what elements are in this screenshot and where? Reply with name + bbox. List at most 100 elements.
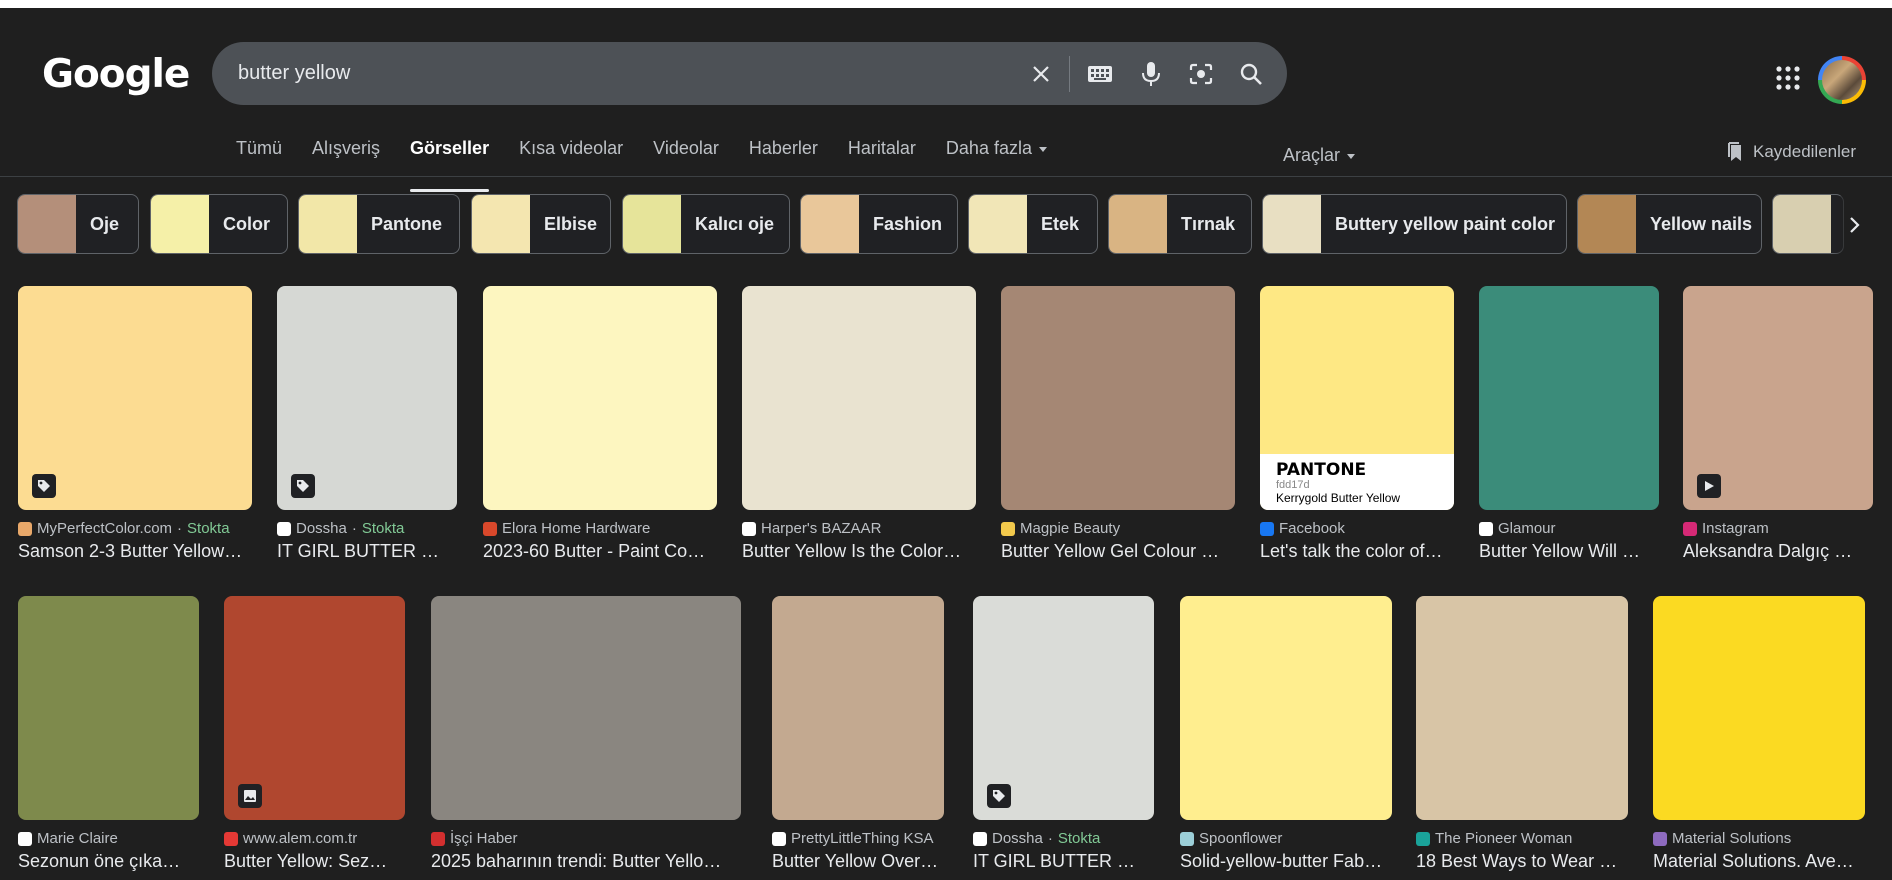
tab-6[interactable]: Haritalar [848, 138, 916, 184]
tab-3[interactable]: Kısa videolar [519, 138, 623, 184]
image-result[interactable]: İşçi Haber 2025 baharının trendi: Butter … [431, 596, 741, 872]
result-thumbnail[interactable] [1683, 286, 1873, 510]
result-source[interactable]: Facebook [1260, 520, 1454, 537]
image-result[interactable]: MyPerfectColor.com · Stokta Samson 2-3 Butt… [18, 286, 252, 562]
image-result[interactable]: Elora Home Hardware 2023-60 Butter - Pain… [483, 286, 717, 562]
result-source[interactable]: PrettyLittleThing KSA [772, 830, 944, 847]
image-result[interactable]: Glamour Butter Yellow Will … [1479, 286, 1659, 562]
result-thumbnail[interactable] [224, 596, 405, 820]
image-result[interactable]: Instagram Aleksandra Dalgıç … [1683, 286, 1873, 562]
image-result[interactable]: www.alem.com.tr Butter Yellow: Sez… [224, 596, 405, 872]
account-avatar[interactable] [1818, 56, 1866, 104]
result-thumbnail[interactable] [742, 286, 976, 510]
chip-4[interactable]: Kalıcı oje [622, 194, 790, 254]
image-result[interactable]: Magpie Beauty Butter Yellow Gel Colour … [1001, 286, 1235, 562]
chip-7[interactable]: Tırnak [1108, 194, 1252, 254]
result-thumbnail[interactable] [1001, 286, 1235, 510]
chip-2[interactable]: Pantone [298, 194, 460, 254]
result-title[interactable]: 2023-60 Butter - Paint Co… [483, 541, 717, 562]
close-icon[interactable] [1024, 57, 1058, 91]
tab-0[interactable]: Tümü [236, 138, 282, 184]
image-result[interactable]: The Pioneer Woman 18 Best Ways to Wear … [1416, 596, 1628, 872]
result-title[interactable]: Butter Yellow Gel Colour … [1001, 541, 1235, 562]
result-title[interactable]: Samson 2-3 Butter Yellow… [18, 541, 252, 562]
result-source[interactable]: Dossha · Stokta [973, 830, 1154, 847]
result-source[interactable]: Elora Home Hardware [483, 520, 717, 537]
tab-4[interactable]: Videolar [653, 138, 719, 184]
result-thumbnail[interactable] [18, 286, 252, 510]
result-thumbnail[interactable] [431, 596, 741, 820]
tab-label: Görseller [410, 138, 490, 158]
result-title[interactable]: 18 Best Ways to Wear … [1416, 851, 1628, 872]
site-favicon-icon [1479, 521, 1493, 536]
result-source[interactable]: Magpie Beauty [1001, 520, 1235, 537]
image-result[interactable]: Harper's BAZAAR Butter Yellow Is the Colo… [742, 286, 976, 562]
google-logo[interactable]: Google [42, 52, 190, 97]
chip-label: Yellow nails [1650, 213, 1753, 234]
result-title[interactable]: Sezonun öne çıka… [18, 851, 199, 872]
result-thumbnail[interactable] [1180, 596, 1392, 820]
chips-next-button[interactable] [1832, 196, 1878, 254]
lens-icon[interactable] [1184, 57, 1218, 91]
result-thumbnail[interactable] [483, 286, 717, 510]
chip-3[interactable]: Elbise [471, 194, 611, 254]
search-box[interactable]: butter yellow [212, 42, 1287, 105]
result-thumbnail[interactable] [772, 596, 944, 820]
image-result[interactable]: Dossha · Stokta IT GIRL BUTTER … [277, 286, 457, 562]
result-title[interactable]: 2025 baharının trendi: Butter Yello… [431, 851, 741, 872]
result-thumbnail[interactable]: PANTONE fdd17d Kerrygold Butter Yellow [1260, 286, 1454, 510]
result-source[interactable]: Instagram [1683, 520, 1873, 537]
image-result[interactable]: PrettyLittleThing KSA Butter Yellow Over… [772, 596, 944, 872]
result-title[interactable]: Aleksandra Dalgıç … [1683, 541, 1873, 562]
result-source[interactable]: The Pioneer Woman [1416, 830, 1628, 847]
result-source[interactable]: Material Solutions [1653, 830, 1865, 847]
chip-8[interactable]: Buttery yellow paint color [1262, 194, 1567, 254]
result-source[interactable]: Spoonflower [1180, 830, 1392, 847]
result-title[interactable]: Butter Yellow Over… [772, 851, 944, 872]
result-source[interactable]: İşçi Haber [431, 830, 741, 847]
result-thumbnail[interactable] [277, 286, 457, 510]
chip-6[interactable]: Etek [968, 194, 1098, 254]
result-source[interactable]: Glamour [1479, 520, 1659, 537]
image-result[interactable]: PANTONE fdd17d Kerrygold Butter Yellow Face… [1260, 286, 1454, 562]
result-source[interactable]: Dossha · Stokta [277, 520, 457, 537]
apps-grid-icon[interactable] [1775, 65, 1801, 91]
image-result[interactable]: Spoonflower Solid-yellow-butter Fab… [1180, 596, 1392, 872]
result-title[interactable]: Material Solutions. Ave… [1653, 851, 1865, 872]
result-thumbnail[interactable] [1479, 286, 1659, 510]
tools-menu[interactable]: Araçlar [1283, 145, 1356, 166]
result-thumbnail[interactable] [973, 596, 1154, 820]
chip-label: Tırnak [1181, 213, 1236, 234]
search-input[interactable]: butter yellow [238, 62, 350, 85]
result-title[interactable]: Solid-yellow-butter Fab… [1180, 851, 1392, 872]
result-source[interactable]: www.alem.com.tr [224, 830, 405, 847]
result-title[interactable]: IT GIRL BUTTER … [277, 541, 457, 562]
image-result[interactable]: Marie Claire Sezonun öne çıka… [18, 596, 199, 872]
chip-5[interactable]: Fashion [800, 194, 958, 254]
tab-7[interactable]: Daha fazla [946, 138, 1047, 184]
result-thumbnail[interactable] [1653, 596, 1865, 820]
result-title[interactable]: Butter Yellow Is the Color… [742, 541, 976, 562]
result-thumbnail[interactable] [1416, 596, 1628, 820]
result-title[interactable]: Butter Yellow: Sez… [224, 851, 405, 872]
microphone-icon[interactable] [1134, 57, 1168, 91]
result-title[interactable]: Butter Yellow Will … [1479, 541, 1659, 562]
image-result[interactable]: Material Solutions Material Solutions. Av… [1653, 596, 1865, 872]
image-result[interactable]: Dossha · Stokta IT GIRL BUTTER … [973, 596, 1154, 872]
pantone-label: PANTONE fdd17d Kerrygold Butter Yellow [1260, 454, 1454, 510]
tab-1[interactable]: Alışveriş [312, 138, 380, 184]
result-source[interactable]: Marie Claire [18, 830, 199, 847]
search-icon[interactable] [1234, 57, 1268, 91]
result-title[interactable]: Let's talk the color of… [1260, 541, 1454, 562]
keyboard-icon[interactable] [1083, 57, 1117, 91]
saved-link[interactable]: Kaydedilenler [1727, 142, 1856, 162]
result-title[interactable]: IT GIRL BUTTER … [973, 851, 1154, 872]
tab-2[interactable]: Görseller [410, 138, 490, 192]
tab-5[interactable]: Haberler [749, 138, 818, 184]
chip-0[interactable]: Oje [17, 194, 139, 254]
result-source[interactable]: MyPerfectColor.com · Stokta [18, 520, 252, 537]
chip-9[interactable]: Yellow nails [1577, 194, 1762, 254]
result-source[interactable]: Harper's BAZAAR [742, 520, 976, 537]
chip-1[interactable]: Color [150, 194, 288, 254]
result-thumbnail[interactable] [18, 596, 199, 820]
